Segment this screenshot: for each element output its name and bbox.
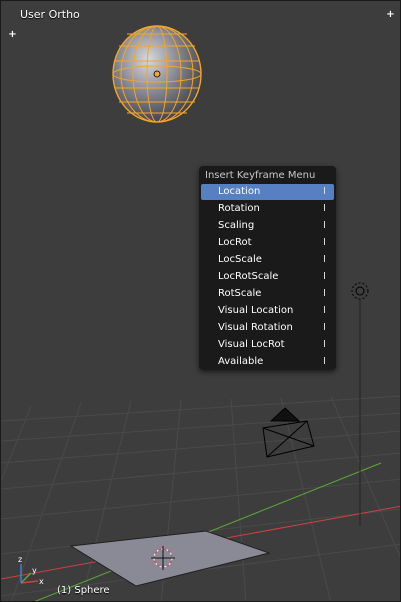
properties-expand-plus-icon[interactable]: + <box>386 10 395 20</box>
menu-item-shortcut: I <box>323 254 326 265</box>
gizmo-z-label: z <box>18 555 22 564</box>
3d-viewport[interactable]: x y z User Ortho + + (1) Sphere Insert K… <box>0 0 401 602</box>
menu-item-shortcut: I <box>323 305 326 316</box>
menu-item-scaling[interactable]: Scaling I <box>201 218 334 234</box>
menu-item-shortcut: I <box>323 237 326 248</box>
camera-object[interactable] <box>262 407 315 458</box>
menu-item-label: Available <box>218 356 264 367</box>
menu-item-visual-location[interactable]: Visual Location I <box>201 303 334 319</box>
menu-item-label: Visual LocRot <box>218 339 285 350</box>
menu-item-shortcut: I <box>323 271 326 282</box>
gizmo-y-label: y <box>32 566 37 575</box>
floor-grid <box>1 395 400 601</box>
menu-item-shortcut: I <box>323 339 326 350</box>
menu-item-rotscale[interactable]: RotScale I <box>201 286 334 302</box>
menu-item-label: Rotation <box>218 203 260 214</box>
menu-item-shortcut: I <box>323 356 326 367</box>
insert-keyframe-menu: Insert Keyframe Menu Location I Rotation… <box>199 166 336 370</box>
menu-item-shortcut: I <box>323 322 326 333</box>
menu-item-label: Scaling <box>218 220 255 231</box>
menu-item-shortcut: I <box>323 203 326 214</box>
sphere-mesh[interactable] <box>112 25 202 123</box>
menu-item-label: Visual Rotation <box>218 322 293 333</box>
view-label: User Ortho <box>20 8 80 21</box>
menu-item-label: LocRot <box>218 237 252 248</box>
region-expand-plus-icon[interactable]: + <box>8 30 17 40</box>
menu-title: Insert Keyframe Menu <box>205 170 316 181</box>
menu-item-visual-rotation[interactable]: Visual Rotation I <box>201 320 334 336</box>
active-object-label: (1) Sphere <box>57 585 110 596</box>
menu-item-label: LocRotScale <box>218 271 279 282</box>
menu-item-locrotscale[interactable]: LocRotScale I <box>201 269 334 285</box>
menu-item-locrot[interactable]: LocRot I <box>201 235 334 251</box>
menu-item-label: LocScale <box>218 254 262 265</box>
menu-item-label: RotScale <box>218 288 262 299</box>
menu-item-shortcut: I <box>323 186 326 197</box>
menu-item-locscale[interactable]: LocScale I <box>201 252 334 268</box>
menu-item-shortcut: I <box>323 288 326 299</box>
menu-item-shortcut: I <box>323 220 326 231</box>
menu-item-rotation[interactable]: Rotation I <box>201 201 334 217</box>
lamp-object[interactable] <box>351 282 369 526</box>
menu-item-location[interactable]: Location I <box>201 184 334 200</box>
menu-item-label: Visual Location <box>218 305 294 316</box>
menu-item-label: Location <box>218 186 261 197</box>
menu-item-available[interactable]: Available I <box>201 354 334 370</box>
gizmo-x-label: x <box>39 577 44 586</box>
menu-item-visual-locrot[interactable]: Visual LocRot I <box>201 337 334 353</box>
